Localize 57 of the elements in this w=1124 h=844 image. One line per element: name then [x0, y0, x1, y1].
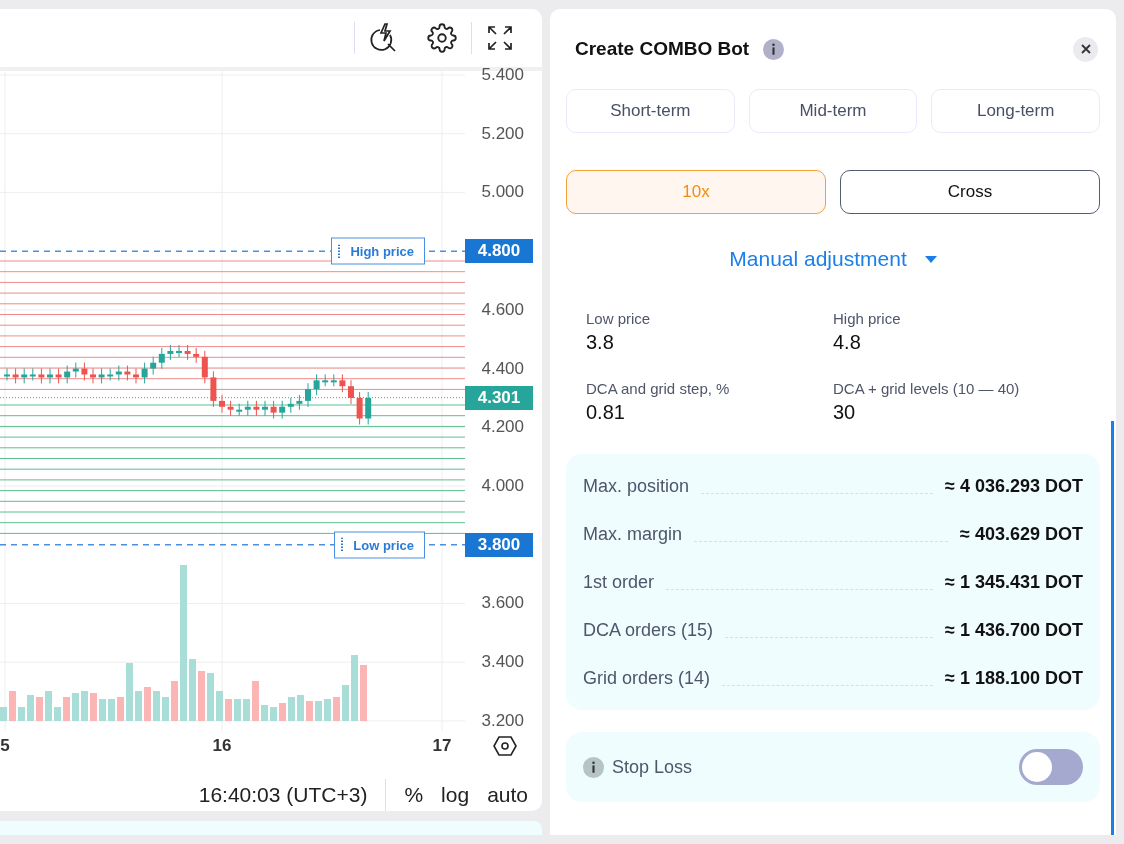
- summary-label: 1st order: [583, 571, 655, 593]
- price-axis-label: 4.000: [481, 476, 524, 497]
- price-line-label[interactable]: High price: [331, 237, 425, 265]
- price-axis-label: 4.600: [481, 299, 524, 320]
- term-tab[interactable]: Short-term: [566, 89, 735, 133]
- summary-value: ≈ 1 436.700 DOT: [945, 619, 1083, 641]
- summary-value: ≈ 1 345.431 DOT: [945, 571, 1083, 593]
- field-label: DCA and grid step, %: [586, 380, 731, 397]
- price-axis-label: 5.400: [481, 65, 524, 85]
- close-button[interactable]: [1073, 36, 1098, 62]
- field-value[interactable]: 0.81: [586, 401, 833, 424]
- summary-label: Max. position: [583, 475, 690, 497]
- timestamp-text: 16:40:03 (UTC+3): [198, 783, 368, 807]
- price-axis-label: 5.200: [481, 123, 524, 144]
- scale-option[interactable]: auto: [487, 783, 528, 807]
- price-line-label[interactable]: Low price: [334, 531, 425, 559]
- field-value[interactable]: 30: [833, 401, 1080, 424]
- field-value[interactable]: 4.8: [833, 331, 1080, 354]
- close-icon: [1080, 44, 1091, 54]
- panel-title: Create COMBO Bot: [575, 38, 750, 60]
- summary-value: ≈ 1 188.100 DOT: [945, 667, 1083, 689]
- price-axis-label: 3.600: [481, 593, 524, 614]
- info-icon: [583, 756, 604, 778]
- summary-label: Grid orders (14): [583, 667, 711, 689]
- price-axis-label: 4.200: [481, 417, 524, 438]
- drag-handle-icon: [341, 537, 344, 552]
- summary-value: ≈ 4 036.293 DOT: [945, 475, 1083, 497]
- mode-dropdown[interactable]: Manual adjustment: [723, 246, 943, 272]
- info-icon: [763, 38, 785, 60]
- summary-label: Max. margin: [583, 523, 683, 545]
- scale-option[interactable]: %: [404, 783, 424, 807]
- price-badge: 4.301: [465, 385, 533, 410]
- price-axis-label: 5.000: [481, 182, 524, 203]
- scale-option[interactable]: log: [441, 783, 470, 807]
- stop-loss-toggle[interactable]: [1019, 749, 1083, 785]
- price-axis-label: 3.400: [481, 652, 524, 673]
- scrollbar[interactable]: [1111, 421, 1114, 835]
- price-axis-label: 4.400: [481, 358, 524, 379]
- term-tab[interactable]: Long-term: [931, 89, 1100, 133]
- summary-label: DCA orders (15): [583, 619, 714, 641]
- summary-value: ≈ 403.629 DOT: [960, 523, 1083, 545]
- field-label: Low price: [586, 310, 652, 327]
- price-badge: 4.800: [465, 239, 533, 264]
- price-badge: 3.800: [465, 532, 533, 557]
- time-axis-label: 17: [432, 736, 452, 756]
- stop-loss-label: Stop Loss: [612, 756, 693, 778]
- margin-option[interactable]: Cross: [840, 170, 1100, 214]
- caret-icon: [924, 255, 937, 263]
- price-axis-label: 3.200: [481, 710, 524, 731]
- term-tab[interactable]: Mid-term: [748, 89, 918, 133]
- field-label: High price: [833, 310, 902, 327]
- hexagon-settings-icon[interactable]: [493, 735, 517, 757]
- time-axis-label: 16: [212, 736, 232, 756]
- time-axis-label: 5: [0, 736, 10, 756]
- field-label: DCA + grid levels (10 — 40): [833, 380, 1021, 397]
- drag-handle-icon: [338, 244, 341, 259]
- field-value[interactable]: 3.8: [586, 331, 833, 354]
